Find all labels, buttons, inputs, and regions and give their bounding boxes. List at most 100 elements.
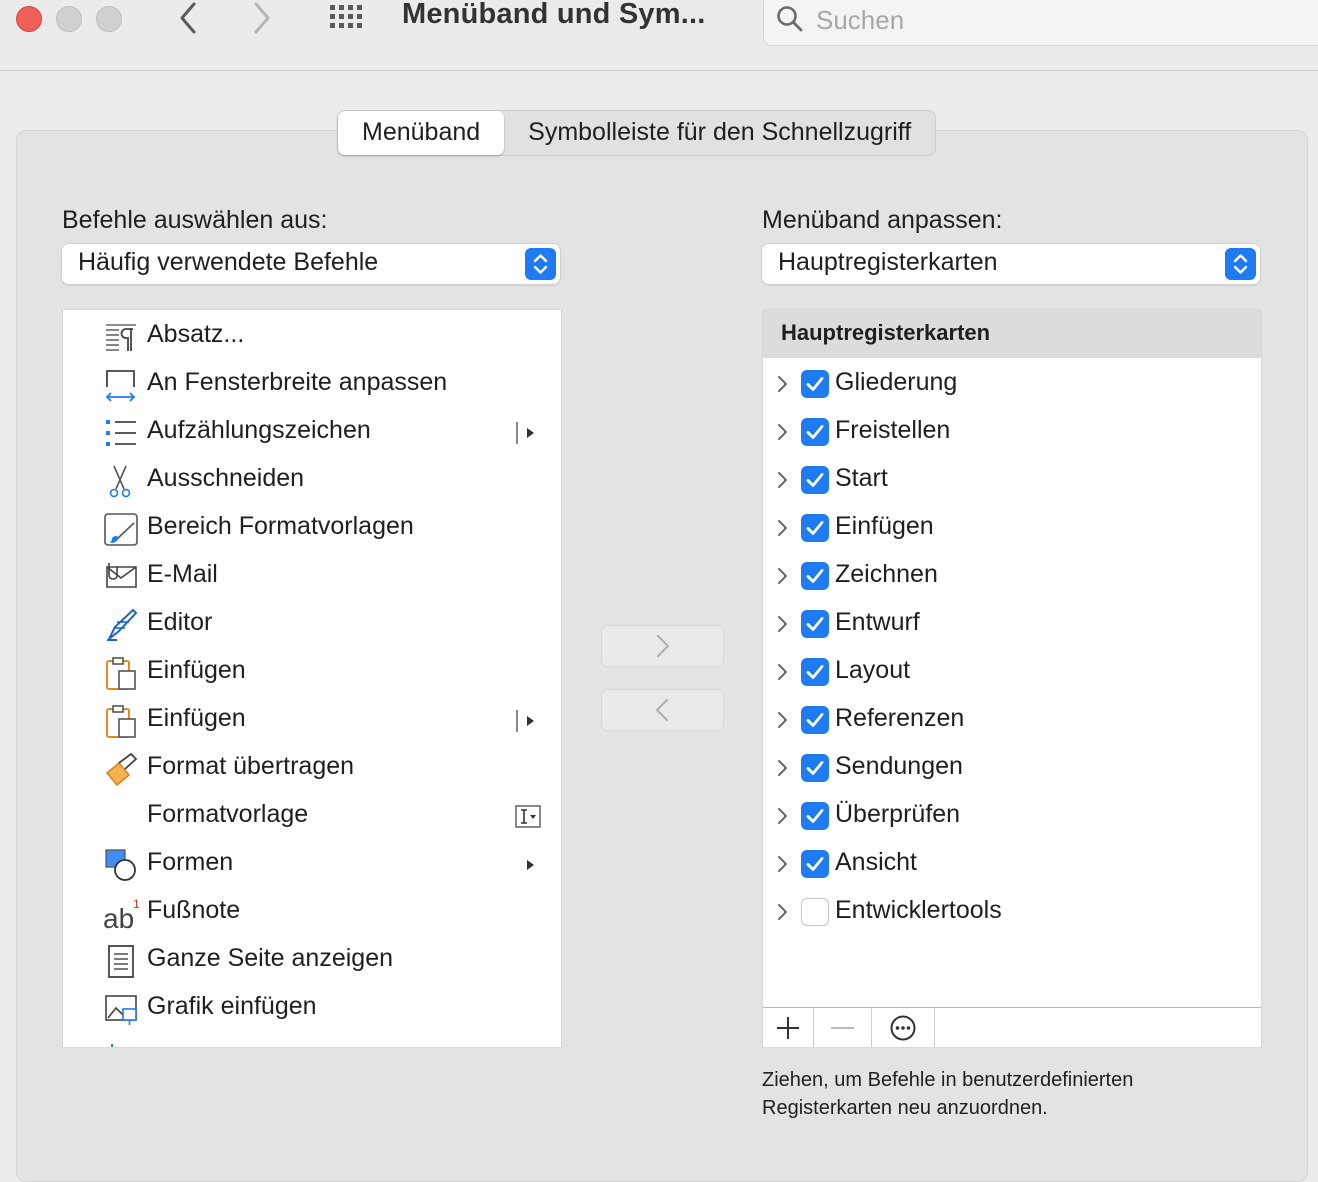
minimize-window-button[interactable] <box>56 6 82 32</box>
tab-checkbox[interactable] <box>801 466 829 494</box>
list-item[interactable]: An Fensterbreite anpassen <box>63 360 561 408</box>
tree-row[interactable]: Start <box>763 456 1261 504</box>
disclosure-chevron-icon[interactable] <box>775 804 791 828</box>
tab-checkbox[interactable] <box>801 754 829 782</box>
forward-chevron-icon[interactable] <box>244 0 278 36</box>
command-label: Fußnote <box>147 896 241 924</box>
checkmark-icon <box>806 569 824 583</box>
tab-checkbox[interactable] <box>801 898 829 926</box>
tab-checkbox[interactable] <box>801 706 829 734</box>
list-item[interactable]: Formen <box>63 840 561 888</box>
search-input[interactable] <box>816 5 1276 35</box>
chevron-left-icon <box>655 698 669 722</box>
list-item[interactable]: Format übertragen <box>63 744 561 792</box>
ellipsis-circle-icon <box>890 1015 916 1041</box>
disclosure-chevron-icon[interactable] <box>775 756 791 780</box>
format-painter-icon <box>105 752 138 787</box>
list-item-partial[interactable] <box>63 1032 561 1047</box>
tab-menuband[interactable]: Menüband <box>338 111 505 155</box>
tab-checkbox[interactable] <box>801 850 829 878</box>
tree-row[interactable]: Ansicht <box>763 840 1261 888</box>
tab-label: Entwurf <box>835 608 920 636</box>
list-item[interactable]: Absatz... <box>63 312 561 360</box>
tab-quick-access-toolbar[interactable]: Symbolleiste für den Schnellzugriff <box>504 111 935 155</box>
clipboard-icon <box>106 657 136 690</box>
list-item[interactable]: E-Mail <box>63 552 561 600</box>
tree-row[interactable]: Gliederung <box>763 360 1261 408</box>
disclosure-chevron-icon[interactable] <box>775 612 791 636</box>
command-label: Ausschneiden <box>147 464 305 492</box>
remove-from-ribbon-button[interactable] <box>601 689 724 731</box>
remove-tab-button[interactable] <box>814 1008 872 1047</box>
disclosure-chevron-icon[interactable] <box>775 516 791 540</box>
add-tab-button[interactable] <box>763 1008 814 1047</box>
search-icon <box>777 6 803 32</box>
tab-label: Layout <box>835 656 911 684</box>
search-field[interactable] <box>763 0 1318 46</box>
tree-header: Hauptregisterkarten <box>763 310 1261 358</box>
list-item[interactable]: Aufzählungszeichen <box>63 408 561 456</box>
disclosure-chevron-icon[interactable] <box>775 468 791 492</box>
command-label: Format übertragen <box>147 752 355 780</box>
back-chevron-icon[interactable] <box>172 0 206 36</box>
tree-row[interactable]: Entwicklertools <box>763 888 1261 936</box>
style-dropdown-icon[interactable] <box>509 804 545 830</box>
tab-checkbox[interactable] <box>801 658 829 686</box>
split-menu-arrow-icon[interactable] <box>509 708 545 734</box>
clipboard-icon <box>106 705 136 738</box>
tab-label: Sendungen <box>835 752 963 780</box>
tab-label: Zeichnen <box>835 560 938 588</box>
command-label: Grafik einfügen <box>147 992 317 1020</box>
command-label: Ganze Seite anzeigen <box>147 944 394 972</box>
commands-source-popup[interactable]: Häufig verwendete Befehle <box>62 244 560 284</box>
ribbon-tabs-tree[interactable]: Hauptregisterkarten Gliederung Freistelle… <box>762 309 1262 1048</box>
tab-checkbox[interactable] <box>801 562 829 590</box>
tab-checkbox[interactable] <box>801 418 829 446</box>
more-options-button[interactable] <box>872 1008 935 1047</box>
tab-checkbox[interactable] <box>801 370 829 398</box>
disclosure-chevron-icon[interactable] <box>775 708 791 732</box>
tree-row[interactable]: Sendungen <box>763 744 1261 792</box>
tab-checkbox[interactable] <box>801 514 829 542</box>
list-item[interactable]: Bereich Formatvorlagen <box>63 504 561 552</box>
disclosure-chevron-icon[interactable] <box>775 420 791 444</box>
checkmark-icon <box>806 713 824 727</box>
add-item-icon <box>111 1044 113 1047</box>
list-item[interactable]: Grafik einfügen <box>63 984 561 1032</box>
disclosure-chevron-icon[interactable] <box>775 564 791 588</box>
add-to-ribbon-button[interactable] <box>601 625 724 667</box>
tab-checkbox[interactable] <box>801 610 829 638</box>
submenu-arrow-icon[interactable] <box>509 852 545 878</box>
tree-row[interactable]: Layout <box>763 648 1261 696</box>
list-item[interactable]: Formatvorlage <box>63 792 561 840</box>
tab-label: Ansicht <box>835 848 917 876</box>
tree-row[interactable]: Überprüfen <box>763 792 1261 840</box>
commands-list[interactable]: Absatz... An Fensterbreite anpassen Aufz… <box>62 309 562 1048</box>
tree-row[interactable]: Entwurf <box>763 600 1261 648</box>
tab-checkbox[interactable] <box>801 802 829 830</box>
tree-row[interactable]: Freistellen <box>763 408 1261 456</box>
show-all-grid-icon[interactable] <box>328 3 368 33</box>
tree-row[interactable]: Einfügen <box>763 504 1261 552</box>
tree-header-label: Hauptregisterkarten <box>781 320 991 345</box>
list-item[interactable]: ab 1 Fußnote <box>63 888 561 936</box>
minus-icon <box>831 1027 854 1029</box>
split-menu-arrow-icon[interactable] <box>509 420 545 446</box>
disclosure-chevron-icon[interactable] <box>775 900 791 924</box>
tree-row[interactable]: Zeichnen <box>763 552 1261 600</box>
list-item[interactable]: Einfügen <box>63 696 561 744</box>
list-item[interactable]: Editor <box>63 600 561 648</box>
checkmark-icon <box>806 761 824 775</box>
list-item[interactable]: Einfügen <box>63 648 561 696</box>
tree-row[interactable]: Referenzen <box>763 696 1261 744</box>
ribbon-tabs-popup[interactable]: Hauptregisterkarten <box>762 244 1260 284</box>
disclosure-chevron-icon[interactable] <box>775 660 791 684</box>
list-item[interactable]: Ausschneiden <box>63 456 561 504</box>
close-window-button[interactable] <box>16 6 42 32</box>
disclosure-chevron-icon[interactable] <box>775 852 791 876</box>
zoom-window-button[interactable] <box>96 6 122 32</box>
disclosure-chevron-icon[interactable] <box>775 372 791 396</box>
list-item[interactable]: Ganze Seite anzeigen <box>63 936 561 984</box>
command-label: Formatvorlage <box>147 800 309 828</box>
popup-updown-icon <box>1225 248 1256 280</box>
